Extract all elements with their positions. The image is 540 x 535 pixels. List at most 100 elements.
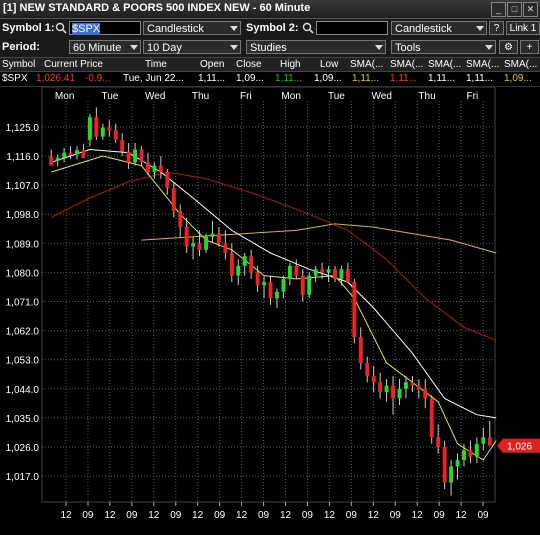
- help-button[interactable]: ?: [489, 21, 504, 35]
- studies-select[interactable]: Studies: [246, 40, 386, 54]
- crosshair-button[interactable]: +: [520, 40, 539, 54]
- link-button[interactable]: Link 1: [506, 21, 540, 35]
- period-select[interactable]: 60 Minute: [69, 40, 141, 54]
- y-tick-label: 1,062.0: [6, 327, 40, 338]
- candle-body: [287, 265, 292, 279]
- quote-sma2: 1,11...: [390, 73, 418, 84]
- candle-body: [178, 211, 183, 228]
- candle-body: [307, 275, 312, 295]
- candle-body: [352, 282, 357, 338]
- studies-label: Studies: [250, 42, 287, 54]
- symbol1-label: Symbol 1:: [2, 22, 55, 34]
- candle-body: [191, 243, 196, 247]
- col-sma2: SMA(...: [390, 59, 424, 70]
- candle-body: [255, 272, 260, 286]
- candle-body: [249, 256, 254, 273]
- period-label: Period:: [2, 41, 40, 53]
- chart-type1-value: Candlestick: [147, 23, 204, 35]
- candle-body: [462, 450, 466, 460]
- symbol2-label: Symbol 2:: [246, 22, 299, 34]
- candle-body: [120, 139, 125, 152]
- range-value: 10 Day: [147, 42, 182, 54]
- candle-body: [62, 152, 67, 158]
- candle-body: [481, 437, 486, 444]
- chevron-down-icon: [230, 45, 238, 50]
- candle-body: [436, 437, 441, 447]
- quote-sma1: 1,11...: [352, 73, 380, 84]
- col-high: High: [280, 59, 301, 70]
- chevron-down-icon: [476, 26, 484, 31]
- candle-body: [94, 117, 99, 137]
- candle-body: [391, 385, 395, 399]
- price-chart[interactable]: 1,125.0 1,116.0 1,107.0 1,098.0 1,089.0 1,080…: [0, 87, 540, 535]
- col-current-price: Current Price: [44, 59, 103, 70]
- x-tick-label: 12: [368, 510, 380, 521]
- candle-body: [326, 269, 331, 273]
- x-tick-label: 09: [302, 510, 314, 521]
- x-tick-label: 12: [456, 510, 468, 521]
- link-label: Link 1: [509, 23, 537, 34]
- x-tick-label: 09: [214, 510, 226, 521]
- symbol2-input[interactable]: [316, 21, 388, 35]
- candle-body: [217, 233, 221, 244]
- quote-price: 1,026.41: [36, 73, 75, 84]
- x-tick-label: 09: [126, 510, 138, 521]
- candle-body: [133, 149, 137, 163]
- settings-button[interactable]: ⚙: [499, 40, 518, 54]
- candle-body: [333, 269, 337, 279]
- candle-body: [171, 188, 176, 211]
- candle-body: [75, 150, 79, 155]
- x-tick-label: 12: [192, 510, 204, 521]
- close-button[interactable]: ✕: [523, 2, 538, 17]
- minimize-button[interactable]: _: [491, 2, 506, 17]
- day-label: Thu: [418, 91, 435, 102]
- y-tick-label: 1,053.0: [6, 356, 40, 367]
- chart-type1-select[interactable]: Candlestick: [143, 21, 241, 35]
- y-tick-label: 1,044.0: [6, 385, 40, 396]
- y-tick-label: 1,107.0: [6, 181, 40, 192]
- chevron-down-icon: [485, 45, 493, 50]
- candle-body: [371, 375, 376, 383]
- symbol1-input[interactable]: $SPX: [69, 21, 141, 35]
- candle-body: [55, 157, 60, 161]
- candle-body: [275, 291, 279, 299]
- candle-body: [339, 269, 344, 279]
- quote-row[interactable]: $SPX 1,026.41 -0.9... Tue, Jun 22... 1,1…: [0, 72, 540, 87]
- candle-body: [146, 162, 150, 173]
- col-sma3: SMA(...: [428, 59, 462, 70]
- chart-type2-select[interactable]: Candlestick: [391, 21, 487, 35]
- x-tick-label: 12: [280, 510, 292, 521]
- col-symbol: Symbol: [2, 59, 36, 70]
- quote-header: Symbol Current Price Time Open Close Hig…: [0, 58, 540, 72]
- x-tick-label: 12: [236, 510, 248, 521]
- col-time: Time: [145, 59, 167, 70]
- candle-body: [384, 385, 389, 393]
- candle-body: [455, 460, 460, 467]
- gear-icon: ⚙: [504, 42, 513, 53]
- x-tick-label: 09: [170, 510, 182, 521]
- x-tick-label: 09: [390, 510, 402, 521]
- maximize-button[interactable]: □: [507, 2, 522, 17]
- day-label: Thu: [192, 91, 209, 102]
- day-label: Mon: [281, 91, 300, 102]
- close-icon: ✕: [526, 4, 535, 14]
- day-label: Mon: [55, 91, 74, 102]
- help-label: ?: [493, 23, 500, 34]
- chevron-down-icon: [130, 45, 138, 50]
- y-tick-label: 1,116.0: [6, 152, 39, 163]
- quote-sma5: 1,09...: [504, 73, 532, 84]
- x-tick-label: 09: [434, 510, 446, 521]
- candle-body: [49, 156, 54, 166]
- candle-body: [242, 256, 247, 266]
- search-icon[interactable]: [302, 22, 314, 34]
- candle-body: [158, 165, 163, 173]
- candle-body: [184, 227, 189, 247]
- candle-body: [210, 233, 215, 237]
- candle-body: [410, 382, 415, 386]
- candle-body: [468, 450, 473, 457]
- range-select[interactable]: 10 Day: [143, 40, 241, 54]
- tools-select[interactable]: Tools: [391, 40, 496, 54]
- chevron-down-icon: [230, 26, 238, 31]
- search-icon[interactable]: [55, 22, 67, 34]
- col-open: Open: [200, 59, 225, 70]
